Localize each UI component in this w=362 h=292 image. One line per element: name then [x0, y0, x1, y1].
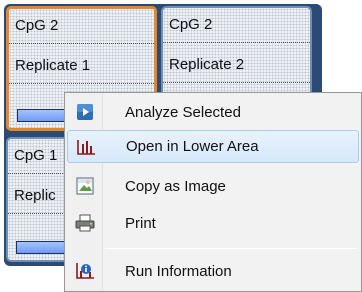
- play-icon: [75, 103, 95, 121]
- tile-title: CpG 1: [14, 147, 58, 164]
- tile-divider: [163, 82, 310, 83]
- menu-item-run-information[interactable]: Run Information: [67, 255, 359, 288]
- tile-replicate: Replicate 2: [169, 56, 245, 73]
- menu-item-label: Open in Lower Area: [126, 138, 259, 155]
- image-icon: [75, 177, 95, 195]
- tile-divider: [9, 43, 154, 44]
- tile-title: CpG 2: [15, 17, 59, 34]
- tile-divider: [163, 42, 310, 43]
- run-info-icon: [75, 262, 95, 280]
- menu-item-copy-as-image[interactable]: Copy as Image: [67, 170, 359, 203]
- tile-replicate: Replic: [14, 187, 56, 204]
- bar-chart-icon: [76, 138, 96, 156]
- context-menu: Analyze Selected Open in Lower Area Copy…: [64, 92, 362, 292]
- menu-item-label: Print: [125, 215, 156, 232]
- menu-item-analyze-selected[interactable]: Analyze Selected: [67, 96, 359, 129]
- menu-item-print[interactable]: Print: [67, 207, 359, 240]
- menu-item-label: Analyze Selected: [125, 104, 241, 121]
- tile-divider: [9, 83, 154, 84]
- menu-item-label: Run Information: [125, 263, 232, 280]
- menu-item-open-in-lower-area[interactable]: Open in Lower Area: [67, 130, 359, 163]
- tile-title: CpG 2: [169, 16, 213, 33]
- menu-separator: [105, 248, 357, 249]
- printer-icon: [75, 214, 95, 232]
- menu-item-label: Copy as Image: [125, 178, 226, 195]
- tile-replicate: Replicate 1: [15, 57, 91, 74]
